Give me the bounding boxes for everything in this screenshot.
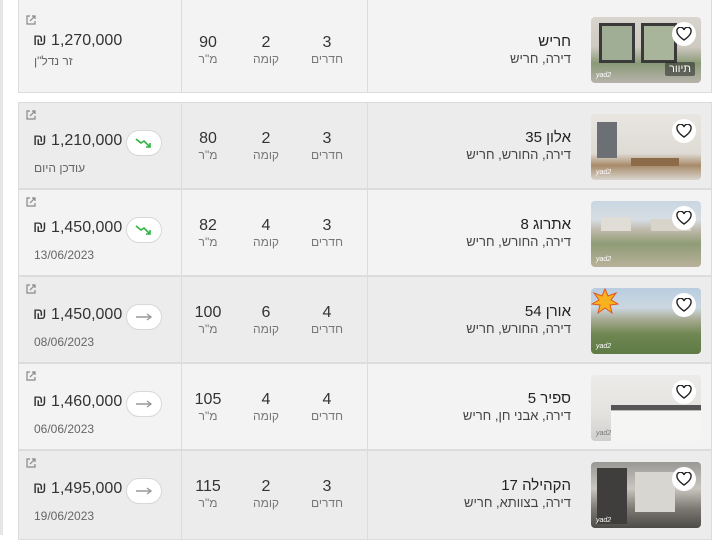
listing-photo[interactable]: תיוור yad2 bbox=[591, 17, 701, 83]
external-link-icon[interactable] bbox=[25, 457, 37, 469]
info-column: הקהילה 17 דירה, בצוותא, חריש yad2 bbox=[368, 451, 711, 539]
stats-column: 3 חדרים 4 קומה 82 מ"ר bbox=[182, 190, 368, 275]
listing-photo[interactable]: yad2 bbox=[591, 114, 701, 180]
price-down-trend-icon[interactable] bbox=[126, 130, 162, 156]
listing-photo[interactable]: yad2 bbox=[591, 201, 701, 267]
stats-column: 4 חדרים 6 קומה 100 מ"ר bbox=[182, 277, 368, 362]
updated-date: 19/06/2023 bbox=[34, 509, 95, 523]
rooms-stat: 4 חדרים bbox=[311, 391, 343, 423]
floor-stat: 4 קומה bbox=[252, 217, 280, 249]
area-stat: 105 מ"ר bbox=[194, 391, 222, 423]
listing-photo[interactable]: yad2 bbox=[591, 375, 701, 441]
external-link-icon[interactable] bbox=[25, 283, 37, 295]
listing-address: דירה, בצוותא, חריש bbox=[464, 495, 571, 510]
stats-column: 3 חדרים 2 קומה 115 מ"ר bbox=[182, 451, 368, 539]
listing-title: הקהילה 17 bbox=[501, 477, 571, 494]
info-column: אלון 35 דירה, החורש, חריש yad2 bbox=[368, 103, 711, 188]
watermark-logo: yad2 bbox=[596, 430, 612, 437]
new-badge-burst-icon bbox=[591, 288, 619, 314]
rooms-stat: 3 חדרים bbox=[311, 217, 343, 249]
price: ₪ 1,450,000 bbox=[33, 219, 123, 236]
price-column: ₪ 1,495,000 19/06/2023 bbox=[19, 451, 182, 539]
updated-date: עודכן היום bbox=[34, 161, 86, 175]
listing-card[interactable]: ₪ 1,495,000 19/06/2023 3 חדרים 2 קומה 115 מ… bbox=[18, 450, 712, 540]
favorite-heart-icon[interactable] bbox=[672, 22, 696, 46]
scrollbar-track[interactable] bbox=[0, 0, 3, 535]
rooms-stat: 3 חדרים bbox=[311, 130, 343, 162]
price-column: ₪ 1,210,000 עודכן היום bbox=[19, 103, 182, 188]
listing-title: ספיר 5 bbox=[527, 390, 571, 407]
info-column: חריש דירה, חריש תיוור yad2 bbox=[368, 0, 711, 92]
listing-address: דירה, החורש, חריש bbox=[466, 234, 571, 249]
updated-date: 06/06/2023 bbox=[34, 422, 95, 436]
area-stat: 115 מ"ר bbox=[195, 478, 221, 510]
listing-card[interactable]: ₪ 1,450,000 13/06/2023 3 חדרים 4 קומה 82 מ"… bbox=[18, 189, 712, 276]
external-link-icon[interactable] bbox=[25, 370, 37, 382]
price-down-trend-icon[interactable] bbox=[126, 217, 162, 243]
updated-date: 08/06/2023 bbox=[34, 335, 95, 349]
external-link-icon[interactable] bbox=[25, 14, 37, 26]
price-column: ₪ 1,460,000 06/06/2023 bbox=[19, 364, 182, 449]
info-column: אתרוג 8 דירה, החורש, חריש yad2 bbox=[368, 190, 711, 275]
favorite-heart-icon[interactable] bbox=[672, 293, 696, 317]
floor-stat: 2 קומה bbox=[252, 130, 280, 162]
stats-column: 3 חדרים 2 קומה 90 מ"ר bbox=[182, 0, 368, 92]
rooms-stat: 3 חדרים bbox=[311, 34, 343, 66]
listing-title: אלון 35 bbox=[525, 129, 571, 146]
info-column: ספיר 5 דירה, אבני חן, חריש yad2 bbox=[368, 364, 711, 449]
listing-title: אורן 54 bbox=[524, 303, 571, 320]
watermark-logo: yad2 bbox=[596, 169, 612, 176]
area-stat: 90 מ"ר bbox=[198, 34, 218, 66]
listing-address: דירה, אבני חן, חריש bbox=[462, 408, 571, 423]
listing-photo[interactable]: yad2 bbox=[591, 288, 701, 354]
watermark-logo: yad2 bbox=[596, 256, 612, 263]
floor-stat: 6 קומה bbox=[252, 304, 280, 336]
price: ₪ 1,495,000 bbox=[33, 480, 123, 497]
listing-address: דירה, החורש, חריש bbox=[466, 321, 571, 336]
updated-date: 13/06/2023 bbox=[34, 248, 95, 262]
watermark-logo: yad2 bbox=[596, 517, 612, 524]
agency-name: זר נדל"ן bbox=[34, 54, 73, 68]
virtual-tour-badge[interactable]: תיוור bbox=[664, 62, 695, 76]
listing-address: דירה, חריש bbox=[510, 51, 571, 66]
listing-title: חריש bbox=[538, 33, 571, 50]
price: ₪ 1,270,000 bbox=[33, 32, 123, 49]
listing-card[interactable]: ₪ 1,460,000 06/06/2023 4 חדרים 4 קומה 105 מ… bbox=[18, 363, 712, 450]
price: ₪ 1,460,000 bbox=[33, 393, 123, 410]
rooms-stat: 3 חדרים bbox=[311, 478, 343, 510]
favorite-heart-icon[interactable] bbox=[672, 467, 696, 491]
rooms-stat: 4 חדרים bbox=[311, 304, 343, 336]
area-stat: 82 מ"ר bbox=[198, 217, 218, 249]
info-column: אורן 54 דירה, החורש, חריש yad2 bbox=[368, 277, 711, 362]
listing-title: אתרוג 8 bbox=[520, 216, 571, 233]
area-stat: 100 מ"ר bbox=[194, 304, 222, 336]
listing-address: דירה, החורש, חריש bbox=[466, 147, 571, 162]
listing-card[interactable]: ₪ 1,210,000 עודכן היום 3 חדרים 2 קומה 80 מ"… bbox=[18, 102, 712, 189]
listing-photo[interactable]: yad2 bbox=[591, 462, 701, 528]
stats-column: 4 חדרים 4 קומה 105 מ"ר bbox=[182, 364, 368, 449]
area-stat: 80 מ"ר bbox=[198, 130, 218, 162]
stats-column: 3 חדרים 2 קומה 80 מ"ר bbox=[182, 103, 368, 188]
price: ₪ 1,450,000 bbox=[33, 306, 123, 323]
price-unchanged-arrow-icon[interactable] bbox=[126, 478, 162, 504]
price-column: ₪ 1,270,000 זר נדל"ן bbox=[19, 0, 182, 92]
watermark-logo: yad2 bbox=[596, 72, 612, 79]
listing-card[interactable]: ₪ 1,450,000 08/06/2023 4 חדרים 6 קומה 100 מ… bbox=[18, 276, 712, 363]
price-unchanged-arrow-icon[interactable] bbox=[126, 391, 162, 417]
watermark-logo: yad2 bbox=[596, 343, 612, 350]
listing-card[interactable]: ₪ 1,270,000 זר נדל"ן 3 חדרים 2 קומה 90 מ"ר … bbox=[18, 0, 712, 93]
price: ₪ 1,210,000 bbox=[33, 132, 123, 149]
price-column: ₪ 1,450,000 13/06/2023 bbox=[19, 190, 182, 275]
external-link-icon[interactable] bbox=[25, 109, 37, 121]
floor-stat: 2 קומה bbox=[252, 478, 280, 510]
price-column: ₪ 1,450,000 08/06/2023 bbox=[19, 277, 182, 362]
favorite-heart-icon[interactable] bbox=[672, 380, 696, 404]
external-link-icon[interactable] bbox=[25, 196, 37, 208]
price-unchanged-arrow-icon[interactable] bbox=[126, 304, 162, 330]
favorite-heart-icon[interactable] bbox=[672, 119, 696, 143]
floor-stat: 4 קומה bbox=[252, 391, 280, 423]
floor-stat: 2 קומה bbox=[252, 34, 280, 66]
favorite-heart-icon[interactable] bbox=[672, 206, 696, 230]
